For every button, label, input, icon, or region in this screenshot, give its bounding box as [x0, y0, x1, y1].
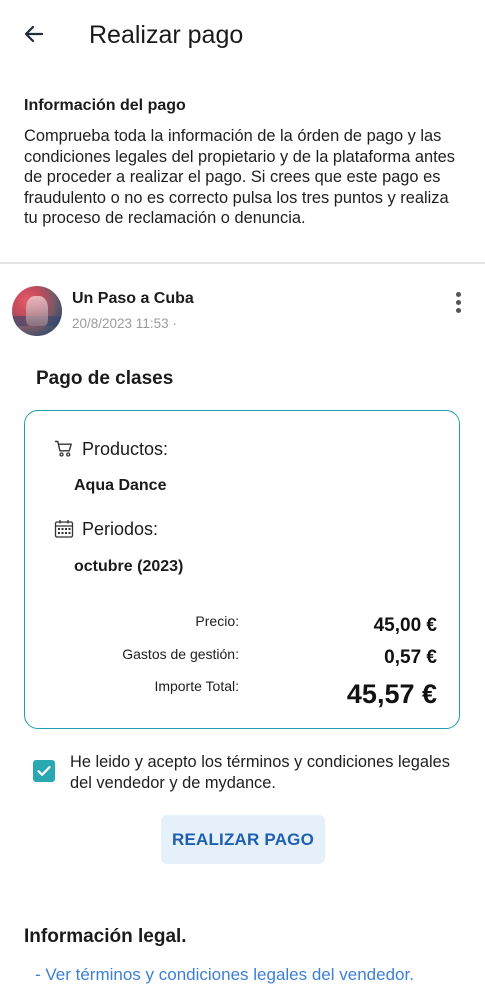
terms-text[interactable]: He leido y acepto los términos y condici…	[70, 752, 450, 794]
page-title: Realizar pago	[89, 21, 244, 49]
price-label: Precio:	[195, 613, 239, 629]
avatar[interactable]	[12, 286, 62, 336]
legal-heading: Información legal.	[24, 926, 187, 947]
total-value: 45,57 €	[346, 679, 437, 709]
price-value: 45,00 €	[373, 615, 437, 636]
seller-terms-link[interactable]: - Ver términos y condiciones legales del…	[35, 964, 414, 986]
checkmark-icon	[37, 766, 51, 776]
products-value: Aqua Dance	[74, 477, 167, 494]
back-button[interactable]	[14, 14, 54, 54]
total-label: Importe Total:	[154, 678, 239, 694]
cart-icon	[54, 439, 74, 459]
terms-checkbox[interactable]	[33, 760, 55, 782]
more-options-icon[interactable]	[446, 290, 470, 314]
info-heading: Información del pago	[24, 97, 186, 114]
poster-name[interactable]: Un Paso a Cuba	[72, 289, 194, 309]
periods-value: octubre (2023)	[74, 558, 184, 575]
divider	[0, 262, 485, 264]
pay-button[interactable]: REALIZAR PAGO	[161, 815, 325, 864]
order-title: Pago de clases	[36, 368, 174, 389]
arrow-left-icon	[24, 25, 44, 43]
products-label: Productos:	[82, 439, 169, 459]
post-timestamp: 20/8/2023 11:53 ·	[72, 316, 177, 331]
info-description: Comprueba toda la información de la órde…	[24, 127, 455, 227]
calendar-icon	[54, 519, 74, 539]
fees-value: 0,57 €	[384, 647, 437, 668]
periods-label: Periodos:	[82, 519, 159, 539]
fees-label: Gastos de gestión:	[122, 646, 239, 662]
